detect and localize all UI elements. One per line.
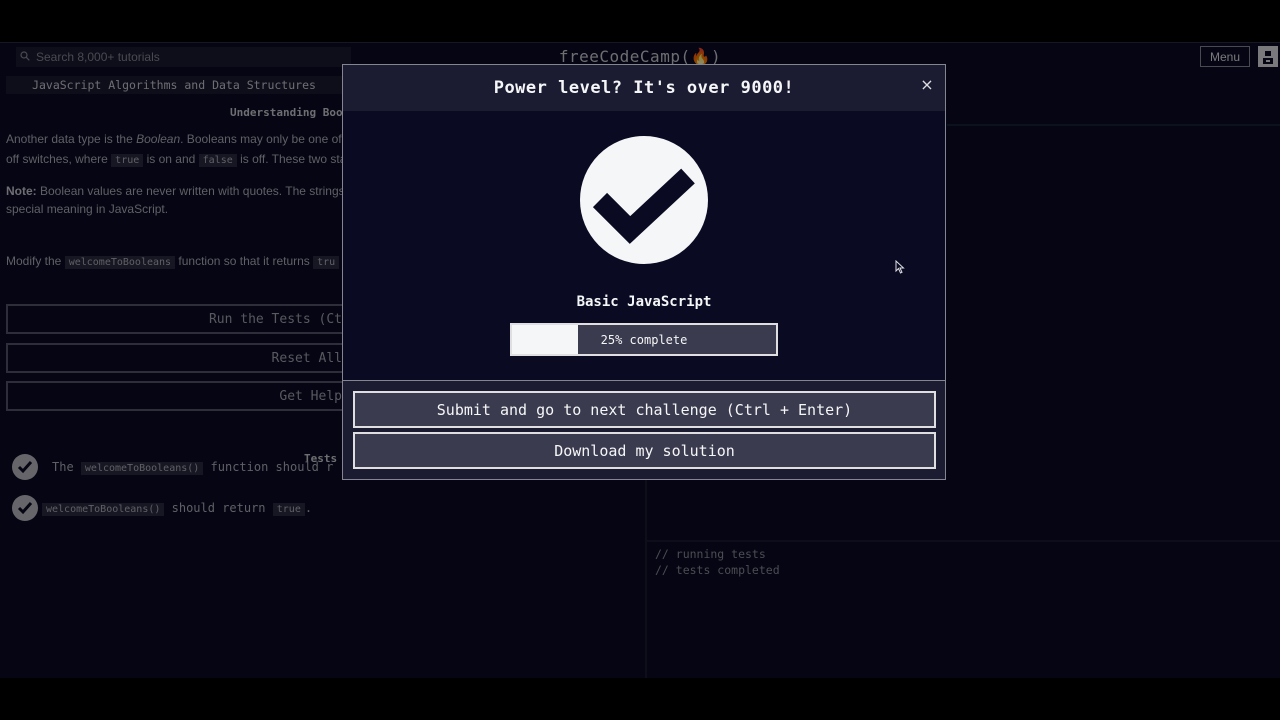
modal-body: Basic JavaScript 25% complete [343, 111, 945, 381]
completion-modal: Power level? It's over 9000! × Basic Jav… [342, 64, 946, 480]
block-title: Basic JavaScript [576, 294, 712, 310]
app-window: freeCodeCamp(🔥) Menu JavaScript Algorith… [0, 42, 1280, 678]
progress-label: 25% complete [600, 332, 688, 347]
mouse-cursor-icon [895, 259, 905, 279]
download-solution-button[interactable]: Download my solution [353, 432, 936, 469]
submit-next-challenge-button[interactable]: Submit and go to next challenge (Ctrl + … [353, 391, 936, 428]
modal-header: Power level? It's over 9000! × [343, 65, 945, 112]
check-circle-icon [580, 136, 708, 264]
modal-title: Power level? It's over 9000! [493, 78, 795, 98]
progress-bar: 25% complete [510, 323, 778, 356]
close-icon[interactable]: × [917, 75, 937, 95]
